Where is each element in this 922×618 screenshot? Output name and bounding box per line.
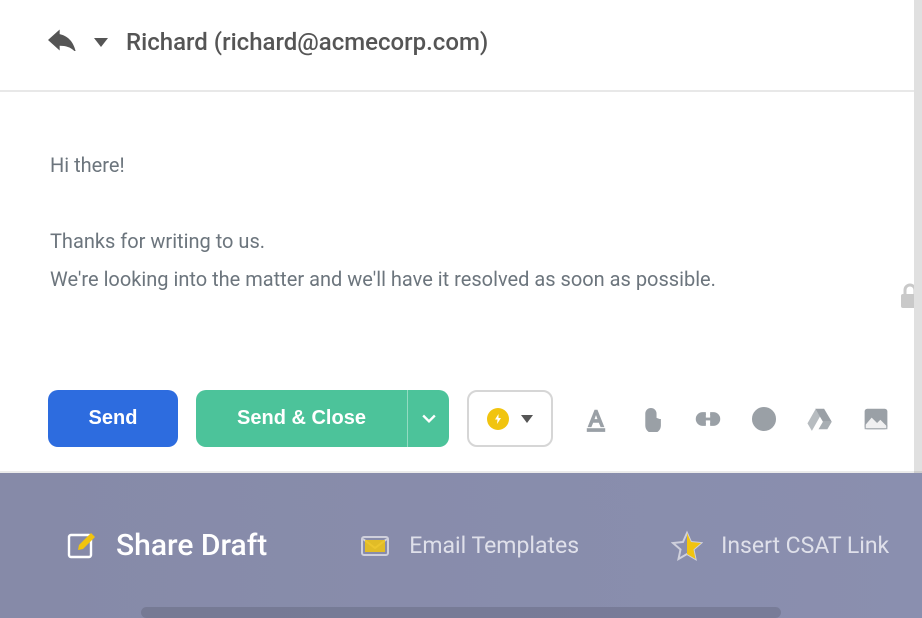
email-templates-button[interactable]: Email Templates xyxy=(359,530,579,562)
body-line: Hi there! xyxy=(50,146,872,184)
compose-panel: Richard (richard@acmecorp.com) Hi there!… xyxy=(0,0,922,473)
formatting-icons xyxy=(583,406,889,432)
compose-toolbar: Send Send & Close xyxy=(48,390,922,447)
emoji-icon[interactable] xyxy=(751,406,777,432)
insert-csat-button[interactable]: Insert CSAT Link xyxy=(671,530,889,562)
envelope-icon xyxy=(359,530,391,562)
body-line: Thanks for writing to us. xyxy=(50,222,872,260)
text-format-icon[interactable] xyxy=(583,406,609,432)
scrollbar-track[interactable] xyxy=(914,0,922,473)
send-and-close-dropdown[interactable] xyxy=(407,390,449,447)
drive-icon[interactable] xyxy=(807,406,833,432)
bottom-action-bar: Share Draft Email Templates Insert CSAT … xyxy=(0,473,922,618)
recipient-header: Richard (richard@acmecorp.com) xyxy=(0,0,922,76)
bolt-icon xyxy=(487,408,509,430)
recipient-label: Richard (richard@acmecorp.com) xyxy=(126,28,488,56)
send-close-group: Send & Close xyxy=(196,390,449,447)
send-and-close-button[interactable]: Send & Close xyxy=(196,390,407,447)
chevron-down-icon xyxy=(521,415,533,423)
share-draft-button[interactable]: Share Draft xyxy=(66,528,267,563)
link-icon[interactable] xyxy=(695,406,721,432)
header-separator xyxy=(0,90,922,92)
attachment-icon[interactable] xyxy=(639,406,665,432)
reply-mode-dropdown[interactable] xyxy=(94,38,108,47)
horizontal-scrollbar[interactable] xyxy=(141,607,781,618)
message-body[interactable]: Hi there! Thanks for writing to us. We'r… xyxy=(0,76,922,298)
image-icon[interactable] xyxy=(863,406,889,432)
star-icon xyxy=(671,530,703,562)
send-button[interactable]: Send xyxy=(48,390,178,447)
body-line: We're looking into the matter and we'll … xyxy=(50,260,872,298)
more-options-dropdown[interactable] xyxy=(467,390,553,447)
edit-icon xyxy=(66,530,98,562)
email-templates-label: Email Templates xyxy=(409,532,579,559)
share-draft-label: Share Draft xyxy=(116,528,267,563)
insert-csat-label: Insert CSAT Link xyxy=(721,532,889,559)
reply-icon[interactable] xyxy=(48,29,76,55)
